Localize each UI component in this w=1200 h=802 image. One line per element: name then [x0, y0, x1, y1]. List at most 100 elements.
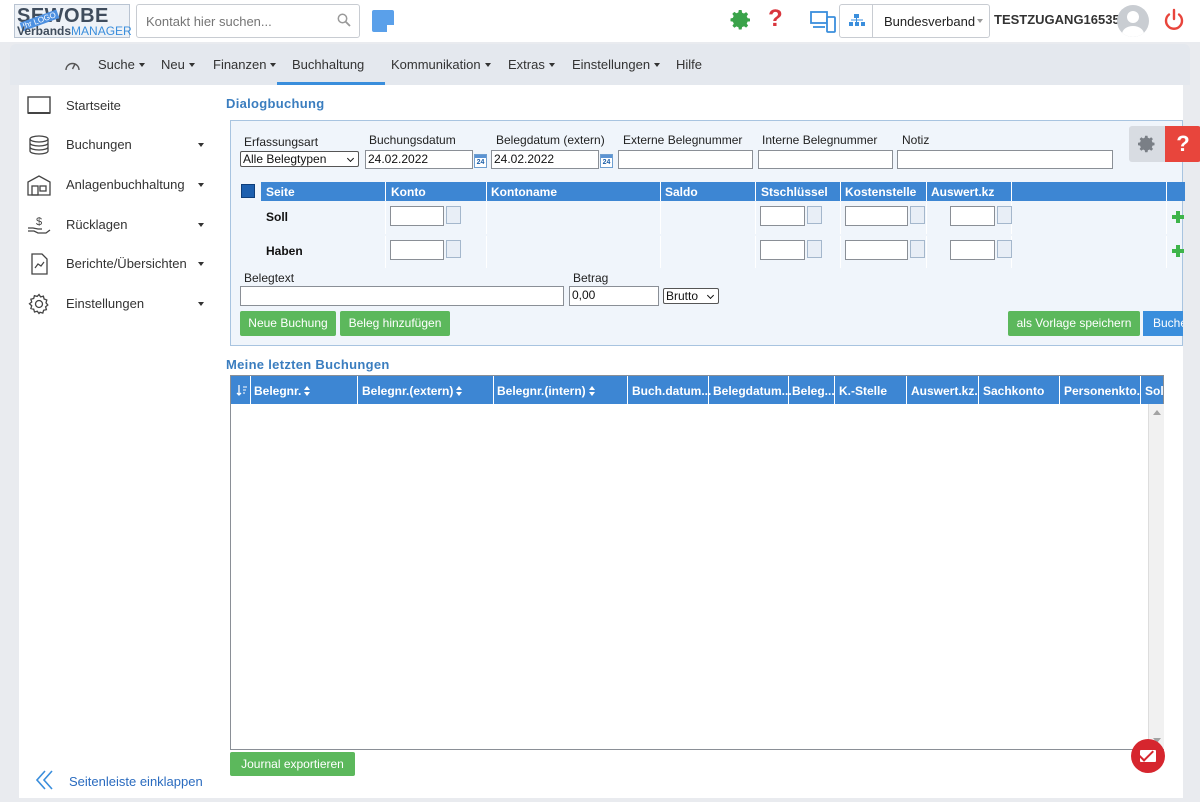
sewobe-logo[interactable]: SEWOBE Ihr LOGO VerbandsMANAGER	[14, 4, 132, 38]
sidebar-collapse-label: Seitenleiste einklappen	[69, 774, 203, 789]
haben-kostenstelle-input[interactable]	[845, 240, 908, 260]
buchungsdatum-input[interactable]: 24.02.2022	[365, 150, 473, 169]
contact-search-input[interactable]	[138, 6, 328, 36]
externe-belegnummer-input[interactable]	[618, 150, 753, 169]
betrag-input[interactable]: 0,00	[569, 286, 659, 306]
column-label: Belegnr.(intern)	[497, 384, 586, 398]
column-belegnr-extern[interactable]: Belegnr.(extern)	[362, 384, 463, 398]
column-kstelle[interactable]: K.-Stelle	[839, 384, 887, 398]
svg-text:$: $	[36, 216, 42, 228]
sidebar-item-buchungen[interactable]: Buchungen	[19, 130, 213, 160]
devices-icon[interactable]	[810, 9, 836, 33]
column-buchdatum[interactable]: Buch.datum...	[632, 384, 711, 398]
hand-money-icon: $	[28, 216, 51, 234]
logout-power-icon[interactable]	[1162, 8, 1186, 32]
nav-finanzen[interactable]: Finanzen	[213, 57, 276, 72]
sidebar-collapse[interactable]: Seitenleiste einklappen	[36, 769, 216, 793]
betrag-label: Betrag	[573, 271, 609, 285]
column-personenkto[interactable]: Personenkto.	[1064, 384, 1140, 398]
help-icon[interactable]: ?	[768, 5, 783, 33]
dialogbuchung-form: Erfassungsart Buchungsdatum Belegdatum (…	[230, 120, 1200, 346]
add-soll-row-icon[interactable]	[1172, 211, 1184, 223]
table-scrollbar[interactable]	[1148, 404, 1164, 749]
scroll-up-icon[interactable]	[1153, 410, 1161, 415]
message-button[interactable]	[1131, 739, 1165, 773]
sort-order-icon[interactable]	[236, 384, 248, 396]
row-label-soll: Soll	[266, 210, 289, 224]
row-label-haben: Haben	[266, 244, 303, 258]
nav-buchhaltung[interactable]: Buchhaltung	[292, 57, 364, 72]
haben-auswertkz-input[interactable]	[950, 240, 995, 260]
vorlage-speichern-button[interactable]: als Vorlage speichern	[1008, 311, 1140, 336]
nav-kommunikation[interactable]: Kommunikation	[391, 57, 491, 72]
sidebar-item-label: Einstellungen	[66, 296, 145, 311]
sticky-note-icon[interactable]	[372, 10, 394, 32]
form-settings-button[interactable]	[1129, 126, 1165, 162]
haben-stschluessel-picker-icon[interactable]	[807, 240, 822, 258]
sidebar-item-berichte[interactable]: Berichte/Übersichten	[19, 249, 213, 279]
soll-auswertkz-picker-icon[interactable]	[997, 206, 1012, 224]
belegtext-label: Belegtext	[244, 271, 295, 285]
organization-select[interactable]: Bundesverband	[839, 4, 990, 38]
table-header: Belegnr. Belegnr.(extern) Belegnr.(inter…	[231, 376, 1167, 404]
nav-extras[interactable]: Extras	[508, 57, 555, 72]
grid-header-stschluessel: Stschlüssel	[761, 185, 828, 199]
haben-auswertkz-picker-icon[interactable]	[997, 240, 1012, 258]
dashboard-icon[interactable]	[64, 58, 81, 72]
notiz-input[interactable]	[897, 150, 1113, 169]
haben-konto-input[interactable]	[390, 240, 444, 260]
nav-suche[interactable]: Suche	[98, 57, 145, 72]
form-help-button[interactable]: ?	[1165, 126, 1200, 162]
haben-stschluessel-input[interactable]	[760, 240, 805, 260]
brutto-select[interactable]: Brutto	[663, 288, 719, 304]
sidebar: Startseite Buchungen Anlagenbuchhaltung …	[19, 85, 213, 798]
grid-header-kostenstelle: Kostenstelle	[845, 185, 917, 199]
neue-buchung-button[interactable]: Neue Buchung	[240, 311, 336, 336]
interne-belegnummer-input[interactable]	[758, 150, 893, 169]
soll-kostenstelle-input[interactable]	[845, 206, 908, 226]
haben-konto-picker-icon[interactable]	[446, 240, 461, 258]
column-belegdatum[interactable]: Belegdatum...	[713, 384, 792, 398]
nav-neu[interactable]: Neu	[161, 57, 195, 72]
belegdatum-input[interactable]: 24.02.2022	[491, 150, 599, 169]
haben-kostenstelle-picker-icon[interactable]	[910, 240, 925, 258]
soll-kostenstelle-picker-icon[interactable]	[910, 206, 925, 224]
gear-icon	[28, 293, 49, 315]
chevron-down-icon	[198, 302, 204, 306]
column-soll[interactable]: Soll	[1145, 384, 1167, 398]
username[interactable]: TESTZUGANG16535	[994, 12, 1120, 27]
sidebar-item-anlagenbuchhaltung[interactable]: Anlagenbuchhaltung	[19, 170, 213, 200]
grid-header-saldo: Saldo	[665, 185, 698, 199]
search-icon[interactable]	[337, 13, 351, 27]
soll-stschluessel-input[interactable]	[760, 206, 805, 226]
nav-hilfe[interactable]: Hilfe	[676, 57, 702, 72]
column-auswertkz[interactable]: Auswert.kz.	[911, 384, 978, 398]
buchen-button[interactable]: Buchen	[1143, 311, 1183, 336]
journal-export-button[interactable]: Journal exportieren	[230, 752, 355, 776]
sidebar-item-einstellungen[interactable]: Einstellungen	[19, 289, 213, 319]
sidebar-item-startseite[interactable]: Startseite	[19, 91, 213, 121]
gear-icon	[1138, 135, 1155, 153]
column-sachkonto[interactable]: Sachkonto	[983, 384, 1044, 398]
sidebar-item-label: Rücklagen	[66, 217, 128, 232]
column-belegnr[interactable]: Belegnr.	[254, 384, 311, 398]
soll-konto-picker-icon[interactable]	[446, 206, 461, 224]
beleg-hinzufuegen-button[interactable]: Beleg hinzufügen	[340, 311, 450, 336]
settings-gear-icon[interactable]	[729, 8, 753, 32]
belegtext-input[interactable]	[240, 286, 564, 306]
add-haben-row-icon[interactable]	[1172, 245, 1184, 257]
user-avatar[interactable]	[1117, 5, 1149, 37]
grid-header-kontoname: Kontoname	[491, 185, 557, 199]
column-beleg[interactable]: Beleg...	[792, 384, 835, 398]
belegdatum-calendar-icon[interactable]: 24	[600, 154, 613, 168]
soll-stschluessel-picker-icon[interactable]	[807, 206, 822, 224]
buchungsdatum-calendar-icon[interactable]: 24	[474, 154, 487, 168]
sidebar-item-ruecklagen[interactable]: $ Rücklagen	[19, 210, 213, 240]
soll-auswertkz-input[interactable]	[950, 206, 995, 226]
column-belegnr-intern[interactable]: Belegnr.(intern)	[497, 384, 595, 398]
soll-konto-input[interactable]	[390, 206, 444, 226]
booking-row-haben: Haben	[261, 236, 1185, 268]
sort-icon	[304, 386, 311, 396]
erfassungsart-select[interactable]: Alle Belegtypen	[240, 151, 359, 167]
nav-einstellungen[interactable]: Einstellungen	[572, 57, 660, 72]
